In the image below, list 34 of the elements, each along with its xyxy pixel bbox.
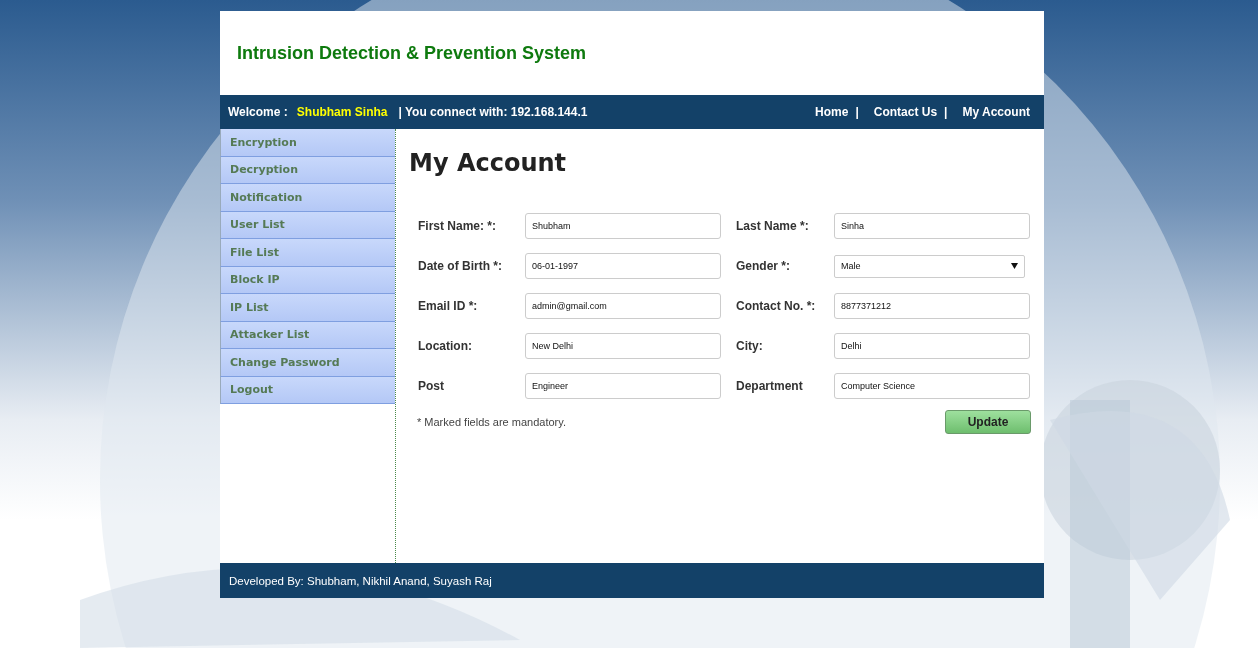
input-field[interactable]: 8877371212	[834, 293, 1030, 319]
welcome-label: Welcome :	[228, 105, 288, 119]
field-label: Gender *:	[735, 259, 791, 273]
nav-link[interactable]: Home	[815, 105, 849, 119]
field-label: Location:	[417, 339, 473, 353]
mandatory-note: * Marked fields are mandatory.	[417, 416, 566, 428]
site-title: Intrusion Detection & Prevention System	[237, 42, 587, 64]
field-label: Email ID *:	[417, 299, 479, 313]
input-field[interactable]: 06-01-1997	[525, 253, 721, 279]
input-field[interactable]: New Delhi	[525, 333, 721, 359]
field-label: Department	[735, 379, 804, 393]
input-field[interactable]: Shubham	[525, 213, 721, 239]
input-field[interactable]: admin@gmail.com	[525, 293, 721, 319]
connection-info: | You connect with: 192.168.144.1	[398, 105, 588, 119]
dropdown-arrow-icon	[1011, 263, 1018, 269]
update-button[interactable]: Update	[945, 410, 1031, 434]
field-label: Last Name *:	[735, 219, 810, 233]
input-field[interactable]: Sinha	[834, 213, 1030, 239]
nav-link[interactable]: Contact Us	[873, 105, 938, 119]
user-name: Shubham Sinha	[296, 105, 388, 119]
field-label: Contact No. *:	[735, 299, 817, 313]
nav-separator: |	[944, 105, 948, 119]
field-label: Post	[417, 379, 445, 393]
field-label: First Name: *:	[417, 219, 498, 233]
nav-separator: |	[855, 105, 859, 119]
field-label: Date of Birth *:	[417, 259, 503, 273]
gender-select[interactable]: Male	[834, 254, 1025, 278]
input-field[interactable]: Engineer	[525, 373, 721, 399]
input-field[interactable]: Delhi	[834, 333, 1030, 359]
footer-credits: Developed By: Shubham, Nikhil Anand, Suyash Raj	[229, 574, 492, 587]
input-field[interactable]: Computer Science	[834, 373, 1030, 399]
nav-link[interactable]: My Account	[962, 105, 1030, 119]
field-label: City:	[735, 339, 764, 353]
page-title: My Account	[409, 149, 568, 177]
